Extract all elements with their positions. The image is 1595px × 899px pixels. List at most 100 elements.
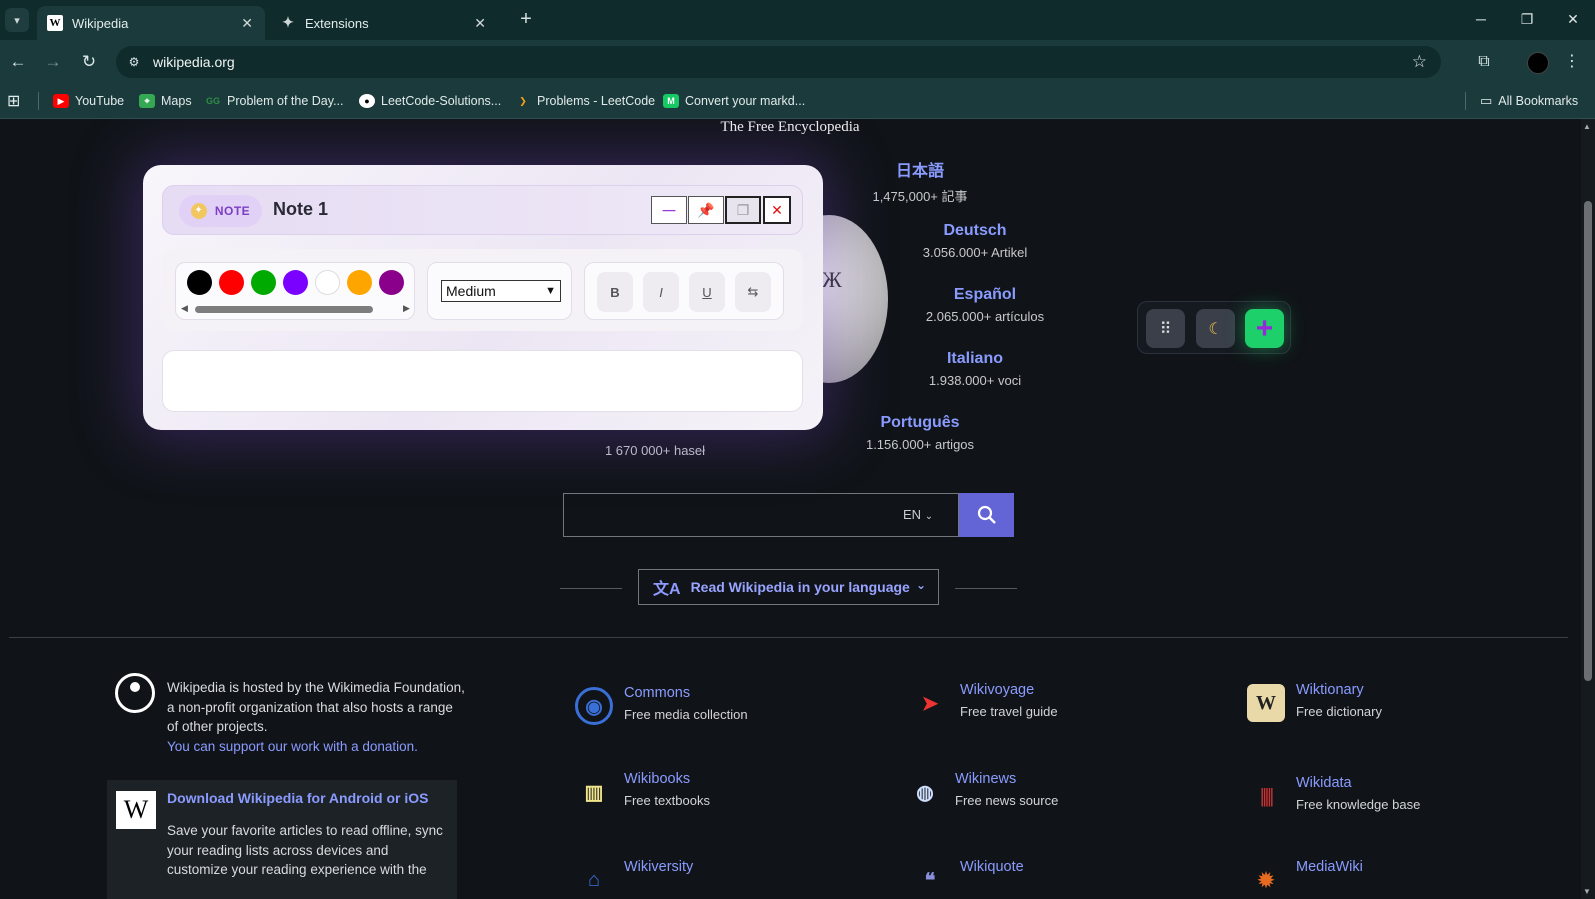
search-input[interactable] xyxy=(563,493,959,537)
bookmark-youtube[interactable]: ▶ YouTube xyxy=(53,92,124,110)
forward-button[interactable]: → xyxy=(42,51,64,73)
note-title[interactable]: Note 1 xyxy=(273,199,328,220)
close-icon: ✕ xyxy=(771,201,783,218)
palette-scrollbar[interactable] xyxy=(195,306,373,313)
project-name[interactable]: Wikiversity xyxy=(624,859,693,875)
reload-button[interactable]: ↻ xyxy=(78,51,100,73)
color-swatch-green[interactable] xyxy=(251,270,276,295)
color-swatch-orange[interactable] xyxy=(347,270,372,295)
bookmark-label: Maps xyxy=(161,94,192,108)
project-wikivoyage[interactable]: ➤ Wikivoyage Free travel guide xyxy=(911,682,1171,730)
search-language-select[interactable]: EN ⌄ xyxy=(903,507,933,522)
underline-button[interactable]: U xyxy=(689,272,725,312)
apps-grid-icon[interactable]: ⊞ xyxy=(7,92,20,110)
tab-extensions[interactable]: ✦ Extensions ✕ xyxy=(270,6,498,40)
lang-italiano[interactable]: Italiano 1.938.000+ voci xyxy=(905,350,1045,388)
lang-japanese[interactable]: 日本語 1,475,000+ 記事 xyxy=(855,157,985,205)
project-wikiversity[interactable]: ⌂ Wikiversity xyxy=(575,859,835,899)
lang-name[interactable]: Português xyxy=(855,414,985,432)
all-bookmarks[interactable]: ▭ All Bookmarks xyxy=(1480,92,1578,110)
lang-name[interactable]: Deutsch xyxy=(905,222,1045,240)
lang-espanol[interactable]: Español 2.065.000+ artículos xyxy=(905,286,1065,324)
note-text-area[interactable] xyxy=(162,350,803,412)
color-swatch-magenta[interactable] xyxy=(379,270,404,295)
tab-wikipedia[interactable]: W Wikipedia ✕ xyxy=(37,6,265,40)
project-wikidata[interactable]: ||||| Wikidata Free knowledge base xyxy=(1247,775,1507,823)
scroll-up-icon[interactable]: ▲ xyxy=(1583,122,1591,131)
project-commons[interactable]: ◉ Commons Free media collection xyxy=(575,685,835,733)
lang-deutsch[interactable]: Deutsch 3.056.000+ Artikel xyxy=(905,222,1045,260)
lang-name[interactable]: 日本語 xyxy=(855,157,985,181)
bookmark-problem-of-the-day[interactable]: GG Problem of the Day... xyxy=(205,92,344,110)
profile-avatar[interactable] xyxy=(1527,52,1549,74)
close-tab-icon[interactable]: ✕ xyxy=(474,15,486,32)
drag-handle-icon[interactable]: ⠿ xyxy=(1146,309,1185,348)
close-tab-icon[interactable]: ✕ xyxy=(241,15,253,32)
font-size-select[interactable]: Medium ▼ xyxy=(441,280,561,302)
restore-button[interactable]: ❐ xyxy=(1512,8,1542,30)
new-tab-button[interactable]: + xyxy=(515,9,537,31)
note-header[interactable]: ✦ NOTE Note 1 ─ 📌 ❐ ✕ xyxy=(162,185,803,235)
add-note-button[interactable]: + xyxy=(1245,309,1284,348)
project-name[interactable]: Wiktionary xyxy=(1296,682,1364,698)
site-info-icon[interactable]: ⚙ xyxy=(124,52,144,72)
search-button[interactable] xyxy=(959,493,1014,537)
bold-button[interactable]: B xyxy=(597,272,633,312)
back-button[interactable]: ← xyxy=(7,51,29,73)
url-text[interactable]: wikipedia.org xyxy=(153,54,235,70)
project-name[interactable]: Wikibooks xyxy=(624,771,690,787)
copy-note-button[interactable]: ❐ xyxy=(725,196,761,224)
minimize-button[interactable]: ─ xyxy=(1466,8,1496,30)
moon-icon: ☾ xyxy=(1208,320,1223,338)
project-name[interactable]: MediaWiki xyxy=(1296,859,1363,875)
project-wikibooks[interactable]: ▥ Wikibooks Free textbooks xyxy=(575,771,835,819)
bookmark-star-icon[interactable]: ☆ xyxy=(1412,52,1427,72)
project-wikiquote[interactable]: ❝ Wikiquote xyxy=(911,859,1171,899)
lang-portugues[interactable]: Português 1.156.000+ artigos xyxy=(855,414,985,452)
tab-search-button[interactable]: ▾ xyxy=(5,8,29,32)
color-swatch-white[interactable] xyxy=(315,270,340,295)
project-name[interactable]: Wikidata xyxy=(1296,775,1352,791)
project-name[interactable]: Wikivoyage xyxy=(960,682,1034,698)
project-mediawiki[interactable]: ✹ MediaWiki xyxy=(1247,859,1507,899)
color-swatch-black[interactable] xyxy=(187,270,212,295)
pin-note-button[interactable]: 📌 xyxy=(688,196,724,224)
dark-mode-toggle[interactable]: ☾ xyxy=(1196,309,1235,348)
bookmark-maps[interactable]: ⌖ Maps xyxy=(139,92,192,110)
address-bar[interactable]: ⚙ wikipedia.org ☆ xyxy=(116,46,1441,78)
minimize-note-button[interactable]: ─ xyxy=(651,196,687,224)
download-app-link[interactable]: Download Wikipedia for Android or iOS xyxy=(167,790,428,806)
lang-polski[interactable]: 1 670 000+ haseł xyxy=(590,438,720,458)
scroll-right-icon[interactable]: ▶ xyxy=(403,303,410,314)
color-swatch-red[interactable] xyxy=(219,270,244,295)
page-scrollbar[interactable]: ▲ ▼ xyxy=(1581,119,1595,899)
scroll-left-icon[interactable]: ◀ xyxy=(181,303,188,314)
notes-launcher: ⠿ ☾ + xyxy=(1137,301,1291,354)
bookmark-convert-markdown[interactable]: M Convert your markd... xyxy=(663,92,805,110)
wikimedia-logo-icon xyxy=(115,673,155,713)
read-in-language-button[interactable]: 文A Read Wikipedia in your language ⌄ xyxy=(638,569,939,605)
commons-icon: ◉ xyxy=(575,687,613,725)
lang-name[interactable]: Español xyxy=(905,286,1065,304)
extensions-icon[interactable]: ⧉ xyxy=(1472,50,1496,74)
lang-name[interactable]: Italiano xyxy=(905,350,1045,368)
project-name[interactable]: Wikinews xyxy=(955,771,1016,787)
donation-link[interactable]: You can support our work with a donation… xyxy=(167,739,418,754)
scroll-down-icon[interactable]: ▼ xyxy=(1583,887,1591,896)
bookmark-problems-leetcode[interactable]: ❯ Problems - LeetCode xyxy=(515,92,655,110)
color-swatch-purple[interactable] xyxy=(283,270,308,295)
project-wikinews[interactable]: ◍ Wikinews Free news source xyxy=(906,771,1166,819)
bookmark-leetcode-solutions[interactable]: ● LeetCode-Solutions... xyxy=(359,92,501,110)
project-name[interactable]: Commons xyxy=(624,685,690,701)
italic-button[interactable]: I xyxy=(643,272,679,312)
scrollbar-thumb[interactable] xyxy=(1584,201,1592,681)
text-direction-button[interactable]: ⇆ xyxy=(735,272,771,312)
project-name[interactable]: Wikiquote xyxy=(960,859,1024,875)
hosted-by-text: Wikipedia is hosted by the Wikimedia Fou… xyxy=(167,678,467,756)
chevron-down-icon: ⌄ xyxy=(924,511,934,522)
menu-kebab-icon[interactable]: ⋮ xyxy=(1560,50,1584,74)
close-window-button[interactable]: ✕ xyxy=(1558,8,1588,30)
sticky-note-widget[interactable]: ✦ NOTE Note 1 ─ 📌 ❐ ✕ ◀ ▶ Medium ▼ B I U… xyxy=(143,165,823,430)
close-note-button[interactable]: ✕ xyxy=(763,196,791,224)
project-wiktionary[interactable]: W Wiktionary Free dictionary xyxy=(1247,682,1507,730)
